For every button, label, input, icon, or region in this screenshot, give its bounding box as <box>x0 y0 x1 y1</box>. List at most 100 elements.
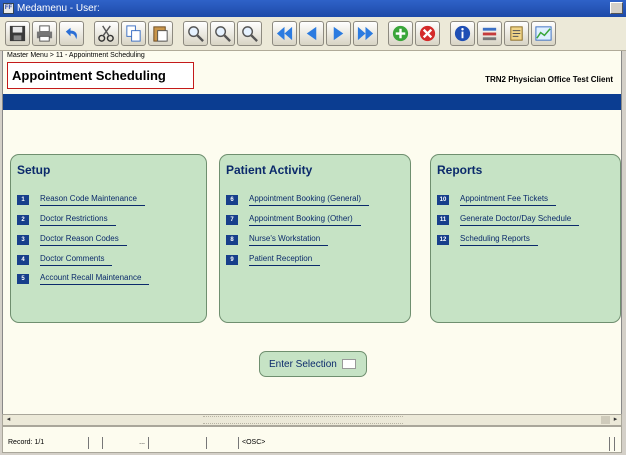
last-record-icon <box>357 26 374 41</box>
menu-link[interactable]: Appointment Fee Tickets <box>460 194 557 206</box>
status-segment <box>207 437 239 449</box>
first-record-icon <box>276 26 293 41</box>
horizontal-scrollbar[interactable]: ◂ ▸ <box>2 414 622 426</box>
search-button[interactable] <box>183 21 208 46</box>
breadcrumb: Master Menu > 11 - Appointment Schedulin… <box>7 52 145 59</box>
search-next-icon <box>215 26 231 42</box>
enter-selection-input[interactable] <box>341 359 356 369</box>
menu-link[interactable]: Patient Reception <box>249 254 321 266</box>
menu-number: 2 <box>17 215 29 225</box>
info-button[interactable] <box>450 21 475 46</box>
patient-activity-panel: Patient Activity 6 Appointment Booking (… <box>219 154 411 323</box>
client-name: TRN2 Physician Office Test Client <box>485 75 613 84</box>
header-band <box>3 94 621 110</box>
menu-number: 3 <box>17 235 29 245</box>
menu-link[interactable]: Doctor Restrictions <box>40 214 116 226</box>
enter-selection-label: Enter Selection <box>269 358 337 370</box>
menu-link[interactable]: Doctor Reason Codes <box>40 234 127 246</box>
menu-item-doctor-reason-codes[interactable]: 3 Doctor Reason Codes <box>17 234 127 246</box>
menu-link[interactable]: Scheduling Reports <box>460 234 538 246</box>
record-indicator: Record: 1/1 <box>5 437 89 449</box>
menu-item-appointment-booking-general[interactable]: 6 Appointment Booking (General) <box>226 194 370 206</box>
menu-item-generate-doctor-day-schedule[interactable]: 11 Generate Doctor/Day Schedule <box>437 214 580 226</box>
menu-item-account-recall-maintenance[interactable]: 5 Account Recall Maintenance <box>17 273 150 285</box>
first-record-button[interactable] <box>272 21 297 46</box>
menu-item-appointment-fee-tickets[interactable]: 10 Appointment Fee Tickets <box>437 194 557 206</box>
setup-title: Setup <box>17 163 51 177</box>
menu-number: 4 <box>17 255 29 265</box>
menu-number: 5 <box>17 274 29 284</box>
cut-button[interactable] <box>94 21 119 46</box>
menu-link[interactable]: Account Recall Maintenance <box>40 273 150 285</box>
menu-number: 12 <box>437 235 449 245</box>
menu-number: 7 <box>226 215 238 225</box>
app-icon: FF <box>3 3 14 14</box>
status-end-segment <box>609 437 615 451</box>
menu-item-appointment-booking-other[interactable]: 7 Appointment Booking (Other) <box>226 214 361 226</box>
status-ellipsis: ... <box>103 437 149 449</box>
scrollbar-thumb[interactable] <box>203 416 403 424</box>
paste-button[interactable] <box>148 21 173 46</box>
scrollbar-box[interactable] <box>601 416 610 424</box>
menu-item-patient-reception[interactable]: 9 Patient Reception <box>226 254 321 266</box>
edit-icon <box>510 26 523 41</box>
save-button[interactable] <box>5 21 30 46</box>
window-controls <box>610 2 623 14</box>
next-record-button[interactable] <box>326 21 351 46</box>
copy-icon <box>126 25 141 42</box>
status-segment <box>149 437 207 449</box>
search-all-icon <box>242 26 258 42</box>
list-button[interactable] <box>477 21 502 46</box>
osc-indicator: <OSC> <box>242 439 266 446</box>
enter-selection-box: Enter Selection <box>259 351 367 377</box>
list-icon <box>482 27 497 41</box>
scroll-right-icon[interactable]: ▸ <box>611 416 620 424</box>
menu-link[interactable]: Nurse's Workstation <box>249 234 329 246</box>
menu-number: 1 <box>17 195 29 205</box>
toolbar <box>0 17 626 51</box>
previous-record-icon <box>306 26 317 41</box>
status-bar: Record: 1/1 ... <OSC> <box>2 426 622 453</box>
save-icon <box>9 25 26 42</box>
previous-record-button[interactable] <box>299 21 324 46</box>
menu-number: 11 <box>437 215 449 225</box>
undo-button[interactable] <box>59 21 84 46</box>
add-record-button[interactable] <box>388 21 413 46</box>
menu-item-doctor-restrictions[interactable]: 2 Doctor Restrictions <box>17 214 116 226</box>
menu-link[interactable]: Appointment Booking (General) <box>249 194 370 206</box>
form-canvas: Master Menu > 11 - Appointment Schedulin… <box>2 51 622 414</box>
menu-number: 8 <box>226 235 238 245</box>
setup-panel: Setup 1 Reason Code Maintenance 2 Doctor… <box>10 154 207 323</box>
delete-record-button[interactable] <box>415 21 440 46</box>
chart-icon <box>535 26 552 41</box>
minimize-button[interactable] <box>610 2 623 14</box>
menu-item-nurses-workstation[interactable]: 8 Nurse's Workstation <box>226 234 329 246</box>
search-next-button[interactable] <box>210 21 235 46</box>
menu-item-doctor-comments[interactable]: 4 Doctor Comments <box>17 254 113 266</box>
chart-button[interactable] <box>531 21 556 46</box>
window-title: Medamenu - User: <box>17 3 100 14</box>
search-icon <box>188 26 204 42</box>
print-button[interactable] <box>32 21 57 46</box>
delete-record-icon <box>419 25 436 42</box>
add-record-icon <box>392 25 409 42</box>
menu-link[interactable]: Appointment Booking (Other) <box>249 214 361 226</box>
paste-icon <box>153 26 168 42</box>
copy-button[interactable] <box>121 21 146 46</box>
menu-number: 9 <box>226 255 238 265</box>
window-titlebar: FF Medamenu - User: <box>0 0 626 17</box>
search-all-button[interactable] <box>237 21 262 46</box>
scroll-left-icon[interactable]: ◂ <box>4 416 13 424</box>
menu-link[interactable]: Reason Code Maintenance <box>40 194 145 206</box>
reports-title: Reports <box>437 163 483 177</box>
menu-item-scheduling-reports[interactable]: 12 Scheduling Reports <box>437 234 538 246</box>
menu-link[interactable]: Generate Doctor/Day Schedule <box>460 214 580 226</box>
menu-number: 6 <box>226 195 238 205</box>
edit-button[interactable] <box>504 21 529 46</box>
status-segment <box>89 437 103 449</box>
page-title: Appointment Scheduling Menu <box>7 62 194 108</box>
last-record-button[interactable] <box>353 21 378 46</box>
menu-link[interactable]: Doctor Comments <box>40 254 113 266</box>
menu-item-reason-code-maintenance[interactable]: 1 Reason Code Maintenance <box>17 194 145 206</box>
undo-icon <box>65 27 77 40</box>
